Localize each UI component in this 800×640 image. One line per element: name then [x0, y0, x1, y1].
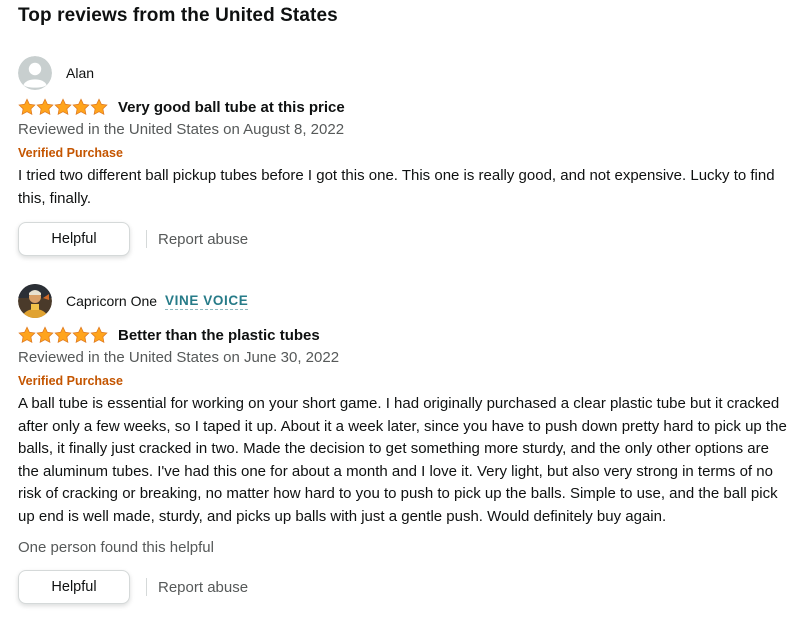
star-icon: [90, 98, 108, 116]
star-icon: [54, 98, 72, 116]
star-icon: [36, 98, 54, 116]
report-abuse-link[interactable]: Report abuse: [158, 579, 248, 596]
default-avatar-icon: [18, 56, 52, 90]
section-title: Top reviews from the United States: [18, 5, 338, 26]
divider: [146, 230, 147, 248]
helpful-button[interactable]: Helpful: [18, 570, 130, 604]
review-card: Alan Very good ball tube at this price R…: [18, 55, 788, 256]
reviewer-profile[interactable]: Capricorn One VINE VOICE: [18, 283, 788, 319]
star-rating[interactable]: [18, 98, 108, 116]
user-photo-avatar: [18, 284, 52, 318]
star-rating[interactable]: [18, 326, 108, 344]
verified-purchase-badge[interactable]: Verified Purchase: [18, 369, 788, 393]
review-title[interactable]: Better than the plastic tubes: [118, 327, 320, 344]
star-icon: [72, 326, 90, 344]
review-date: Reviewed in the United States on June 30…: [18, 349, 340, 366]
helpful-button[interactable]: Helpful: [18, 222, 130, 256]
verified-purchase-badge[interactable]: Verified Purchase: [18, 141, 788, 165]
review-body: I tried two different ball pickup tubes …: [18, 167, 775, 207]
star-icon: [54, 326, 72, 344]
star-icon: [18, 98, 36, 116]
review-body: A ball tube is essential for working on …: [18, 395, 787, 525]
review-date: Reviewed in the United States on August …: [18, 121, 345, 138]
reviewer-name[interactable]: Capricorn One: [66, 293, 157, 309]
star-icon: [90, 326, 108, 344]
reviewer-name[interactable]: Alan: [66, 65, 94, 81]
divider: [146, 578, 147, 596]
helpful-count: One person found this helpful: [18, 539, 214, 556]
review-title[interactable]: Very good ball tube at this price: [118, 99, 345, 116]
star-icon: [36, 326, 54, 344]
vine-voice-badge[interactable]: VINE VOICE: [165, 293, 249, 310]
review-card: Capricorn One VINE VOICE Better than the…: [18, 283, 788, 604]
reviewer-profile[interactable]: Alan: [18, 55, 788, 91]
report-abuse-link[interactable]: Report abuse: [158, 231, 248, 248]
star-icon: [18, 326, 36, 344]
star-icon: [72, 98, 90, 116]
